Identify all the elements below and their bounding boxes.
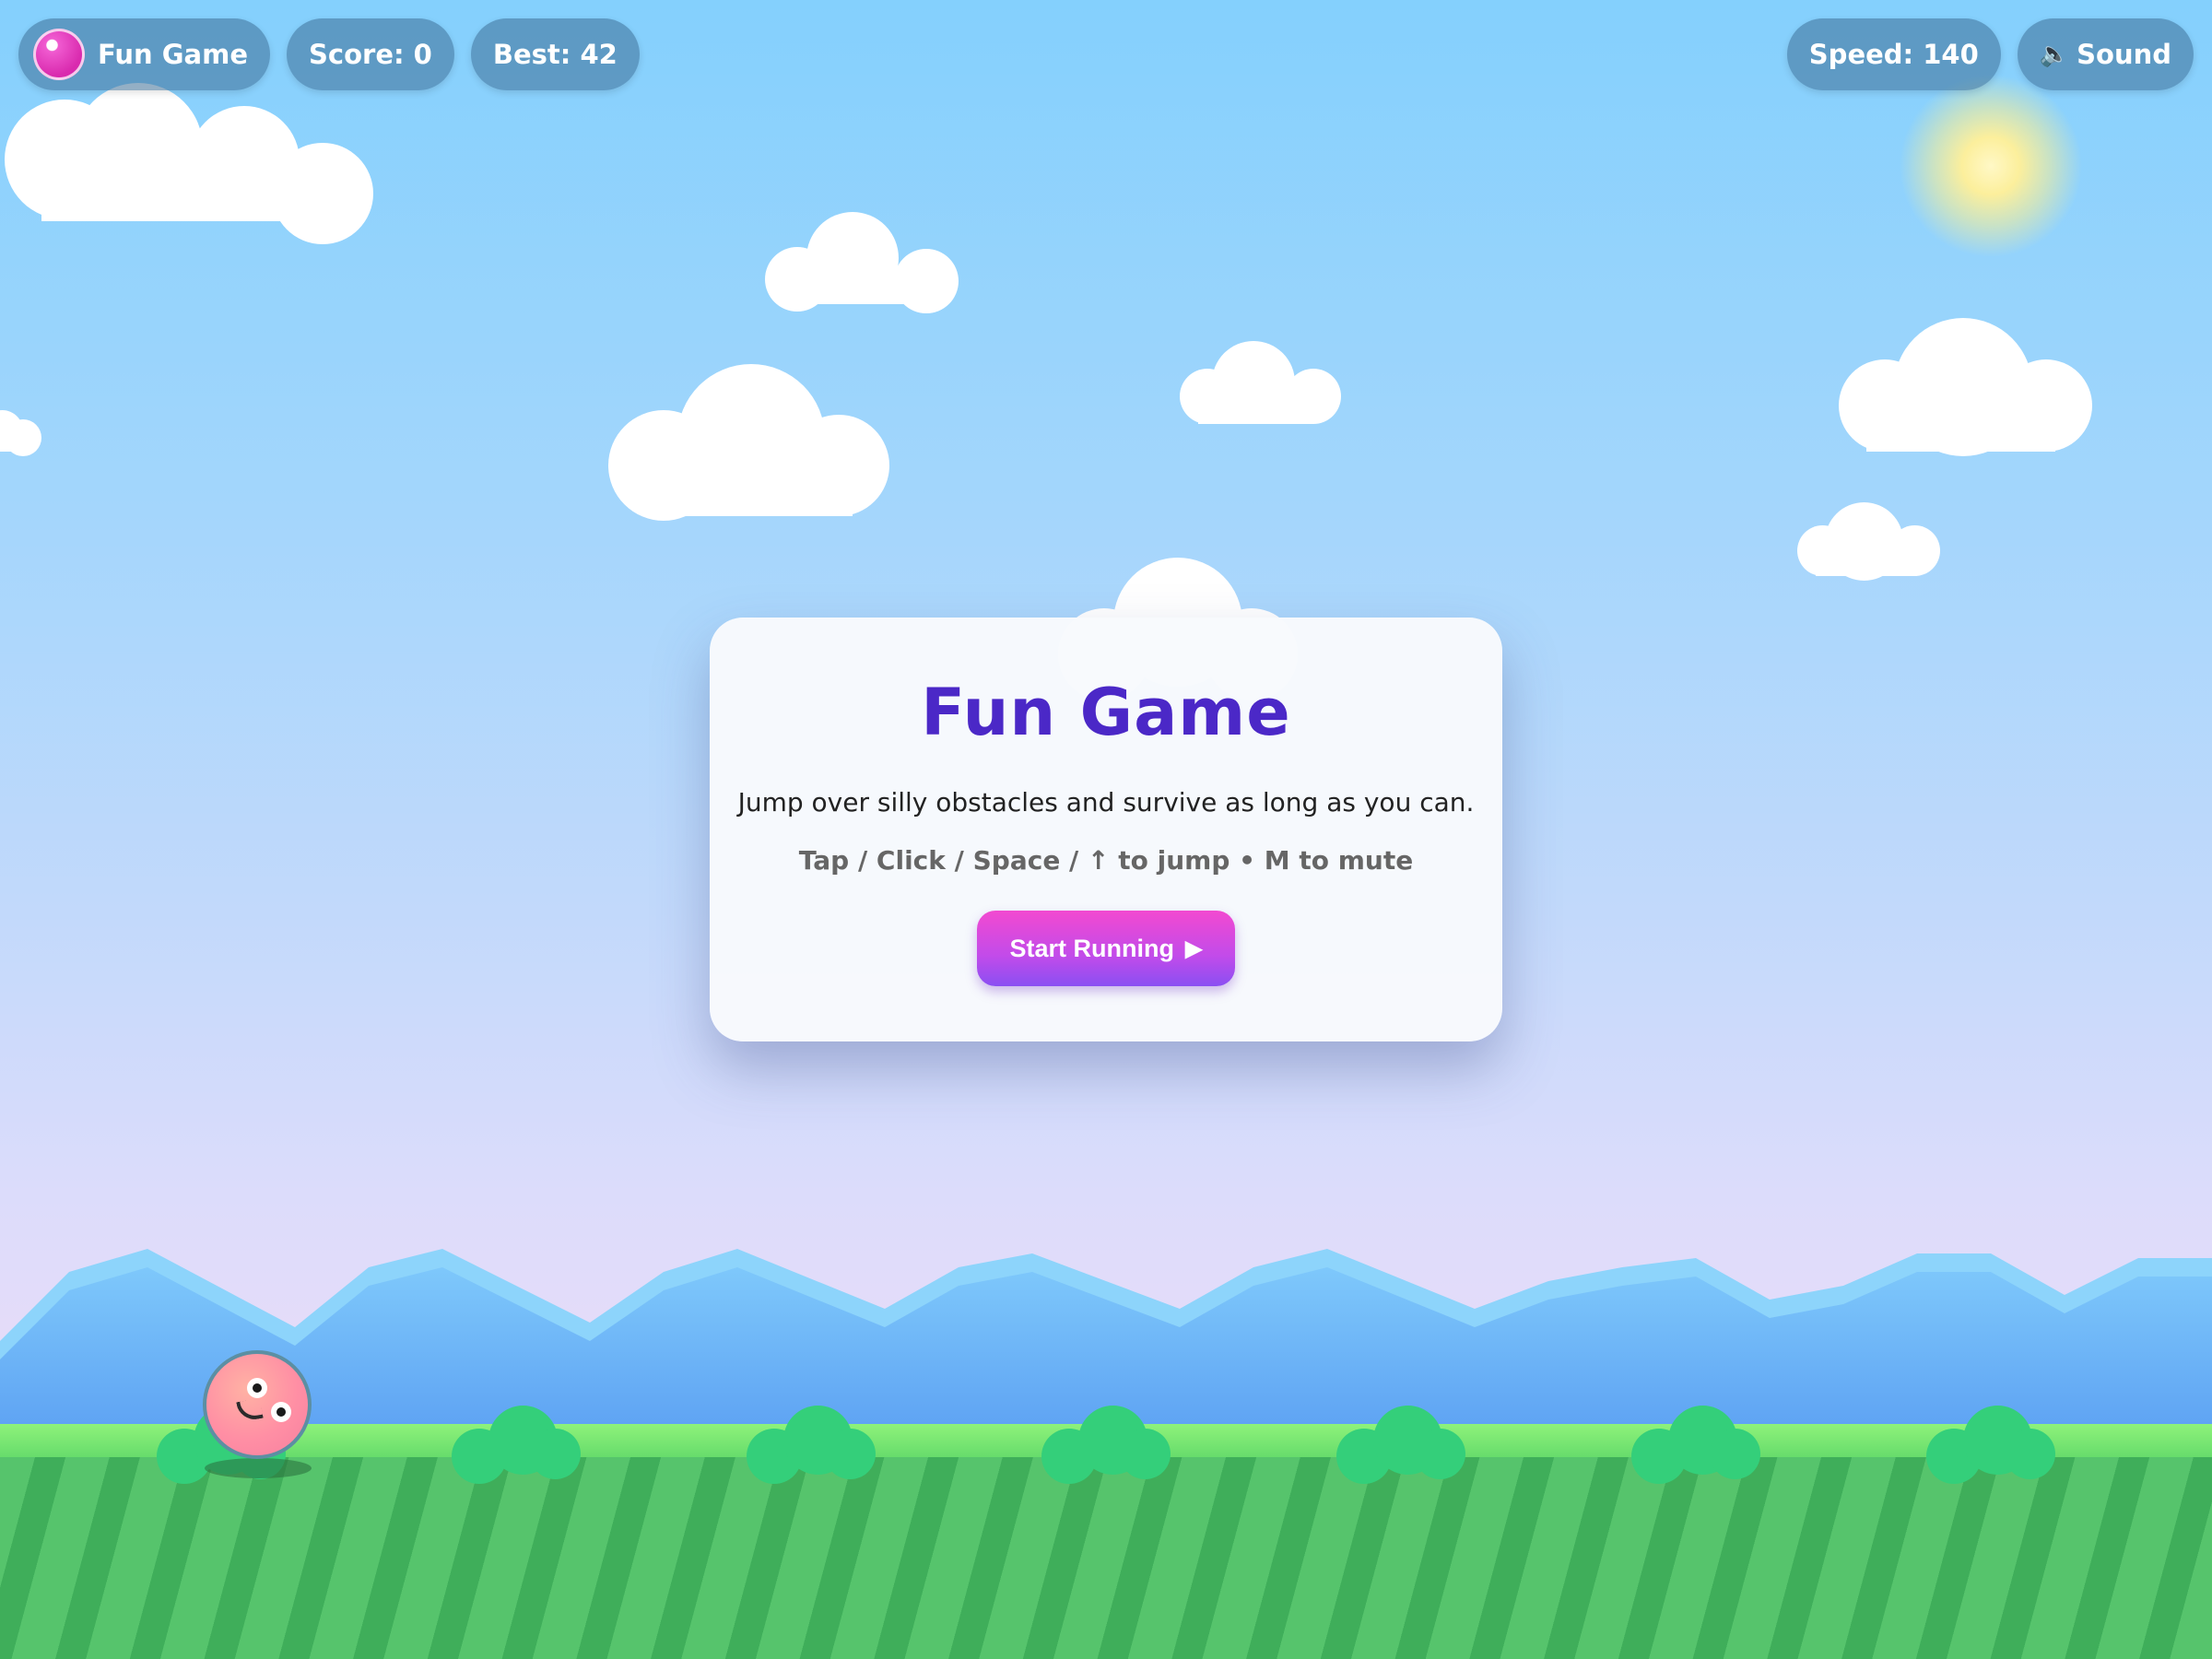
bush: [1336, 1406, 1465, 1488]
bush: [1631, 1406, 1760, 1488]
sound-label: Sound: [2077, 39, 2171, 70]
hud-left: Fun Game Score: 0 Best: 42: [18, 18, 640, 90]
controls-hint: Tap / Click / Space / ↑ to jump • M to m…: [798, 845, 1414, 876]
ball-logo-icon: [33, 29, 85, 80]
score-display: Score: 0: [287, 18, 454, 90]
bush: [1926, 1406, 2055, 1488]
bush: [747, 1406, 876, 1488]
play-icon: ▶: [1185, 935, 1203, 961]
game-title-label: Fun Game: [98, 39, 249, 70]
sun: [1899, 74, 2083, 258]
game-brand: Fun Game: [18, 18, 271, 90]
sound-toggle-button[interactable]: 🔈 Sound: [2017, 18, 2194, 90]
cloud: [765, 212, 959, 313]
player-ball: [203, 1350, 312, 1459]
cloud: [0, 401, 46, 461]
bush: [1041, 1406, 1171, 1488]
start-button-label: Start Running: [1009, 934, 1174, 962]
cloud: [1797, 502, 1940, 581]
start-dialog: Fun Game Jump over silly obstacles and s…: [710, 618, 1502, 1041]
game-scene[interactable]: Fun Game Score: 0 Best: 42 Speed: 140 🔈 …: [0, 0, 2212, 1659]
player-eye: [247, 1378, 267, 1398]
best-score-display: Best: 42: [470, 18, 640, 90]
hud-right: Speed: 140 🔈 Sound: [1786, 18, 2194, 90]
dialog-description: Jump over silly obstacles and survive as…: [737, 787, 1475, 818]
bush: [452, 1406, 581, 1488]
cloud: [1839, 318, 2092, 456]
dialog-title: Fun Game: [921, 675, 1291, 750]
cloud: [608, 364, 889, 521]
player-eye: [271, 1402, 291, 1422]
speed-display: Speed: 140: [1786, 18, 2001, 90]
start-running-button[interactable]: Start Running ▶: [977, 911, 1235, 986]
player-mouth: [236, 1397, 264, 1423]
speaker-icon: 🔈: [2039, 41, 2070, 68]
cloud: [1180, 341, 1341, 429]
player-shadow: [205, 1458, 312, 1478]
